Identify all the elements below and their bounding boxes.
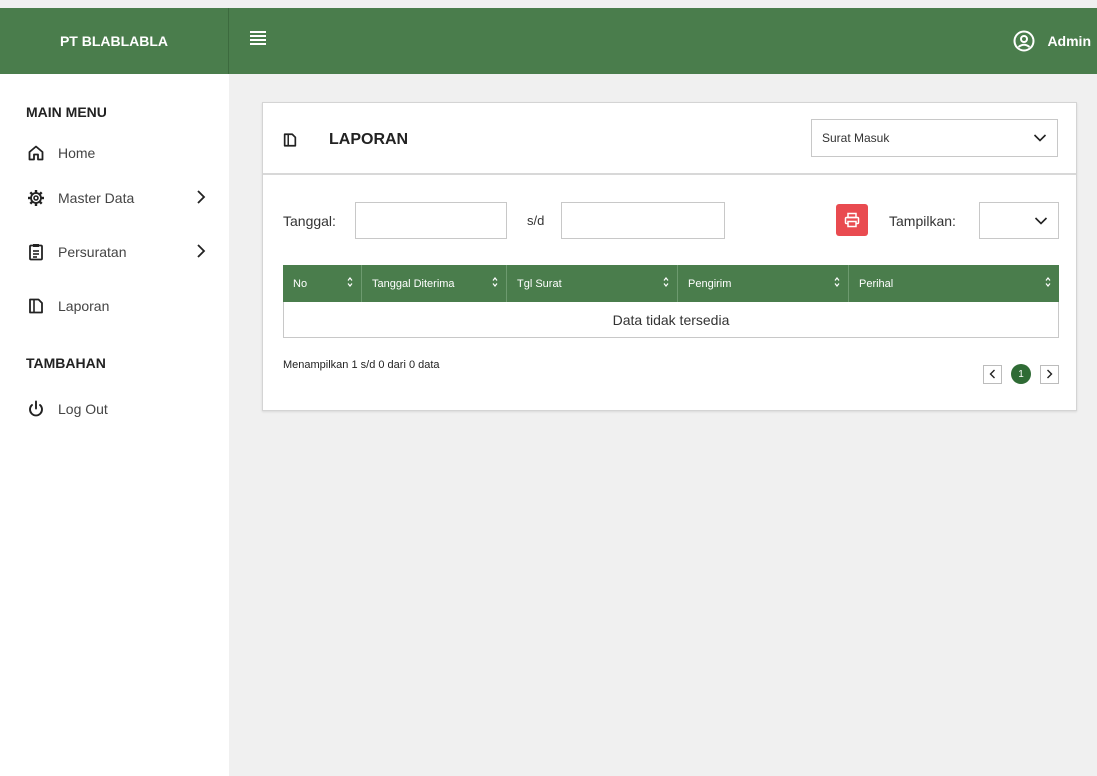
table-empty-row: Data tidak tersedia: [283, 302, 1059, 338]
document-icon: [26, 296, 46, 316]
menu-toggle-icon[interactable]: [250, 31, 266, 45]
chevron-left-icon: [989, 369, 995, 379]
sidebar-item-persuratan[interactable]: Persuratan: [26, 240, 216, 264]
report-card-header: LAPORAN Surat Masuk: [263, 103, 1076, 175]
column-header-pengirim[interactable]: Pengirim: [678, 265, 849, 302]
document-icon: [282, 132, 298, 153]
pagination-info: Menampilkan 1 s/d 0 dari 0 data: [283, 359, 440, 371]
sidebar-item-label: Master Data: [58, 190, 135, 206]
sidebar-item-laporan[interactable]: Laporan: [26, 294, 216, 318]
home-icon: [26, 143, 46, 163]
sidebar-item-label: Persuratan: [58, 244, 127, 260]
report-type-value: Surat Masuk: [822, 131, 890, 145]
print-button[interactable]: [836, 204, 868, 236]
date-label: Tanggal:: [283, 213, 336, 229]
next-page-button[interactable]: [1040, 364, 1059, 384]
column-header-no[interactable]: No: [283, 265, 362, 302]
range-separator: s/d: [527, 213, 545, 228]
printer-icon: [844, 212, 860, 228]
chevron-right-icon: [197, 190, 206, 204]
show-entries-select[interactable]: [979, 202, 1059, 239]
page-title: LAPORAN: [329, 131, 409, 148]
column-header-tanggal-diterima[interactable]: Tanggal Diterima: [362, 265, 507, 302]
report-table: No Tanggal Diterima Tgl Surat Pengirim P…: [283, 265, 1059, 338]
sort-icon: [492, 277, 498, 287]
sort-icon: [834, 277, 840, 287]
sort-icon: [663, 277, 669, 287]
top-navbar: PT BLABLABLA Admin: [0, 8, 1097, 74]
sort-icon: [1045, 277, 1051, 287]
main-menu-title: MAIN MENU: [26, 104, 107, 120]
tambahan-title: TAMBAHAN: [26, 355, 106, 371]
chevron-down-icon: [1034, 216, 1048, 225]
brand-name: PT BLABLABLA: [0, 8, 229, 74]
date-from-input[interactable]: [355, 202, 507, 239]
date-to-input[interactable]: [561, 202, 725, 239]
clipboard-icon: [26, 242, 46, 262]
prev-page-button[interactable]: [983, 364, 1002, 384]
user-circle-icon: [1013, 30, 1035, 52]
sidebar-item-home[interactable]: Home: [26, 141, 216, 165]
pagination: 1: [983, 364, 1059, 384]
sidebar-item-logout[interactable]: Log Out: [26, 397, 216, 421]
sidebar-item-label: Laporan: [58, 298, 110, 314]
gear-icon: [26, 188, 46, 208]
chevron-right-icon: [197, 244, 206, 258]
chevron-right-icon: [1047, 369, 1053, 379]
user-name: Admin: [1047, 33, 1091, 49]
sidebar: MAIN MENU Home Master Data Persuratan La…: [0, 74, 229, 776]
report-type-select[interactable]: Surat Masuk: [811, 119, 1058, 157]
column-header-perihal[interactable]: Perihal: [849, 265, 1059, 302]
report-card: LAPORAN Surat Masuk Tanggal: s/d Tampilk…: [262, 102, 1077, 411]
show-label: Tampilkan:: [889, 213, 956, 229]
chevron-down-icon: [1033, 134, 1047, 142]
page-number-current[interactable]: 1: [1011, 364, 1031, 384]
sort-icon: [347, 277, 353, 287]
sidebar-item-master-data[interactable]: Master Data: [26, 186, 216, 210]
table-header: No Tanggal Diterima Tgl Surat Pengirim P…: [283, 265, 1059, 302]
sidebar-item-label: Log Out: [58, 401, 108, 417]
sidebar-item-label: Home: [58, 145, 96, 161]
power-icon: [26, 399, 46, 419]
column-header-tgl-surat[interactable]: Tgl Surat: [507, 265, 678, 302]
user-menu[interactable]: Admin: [1013, 8, 1091, 74]
